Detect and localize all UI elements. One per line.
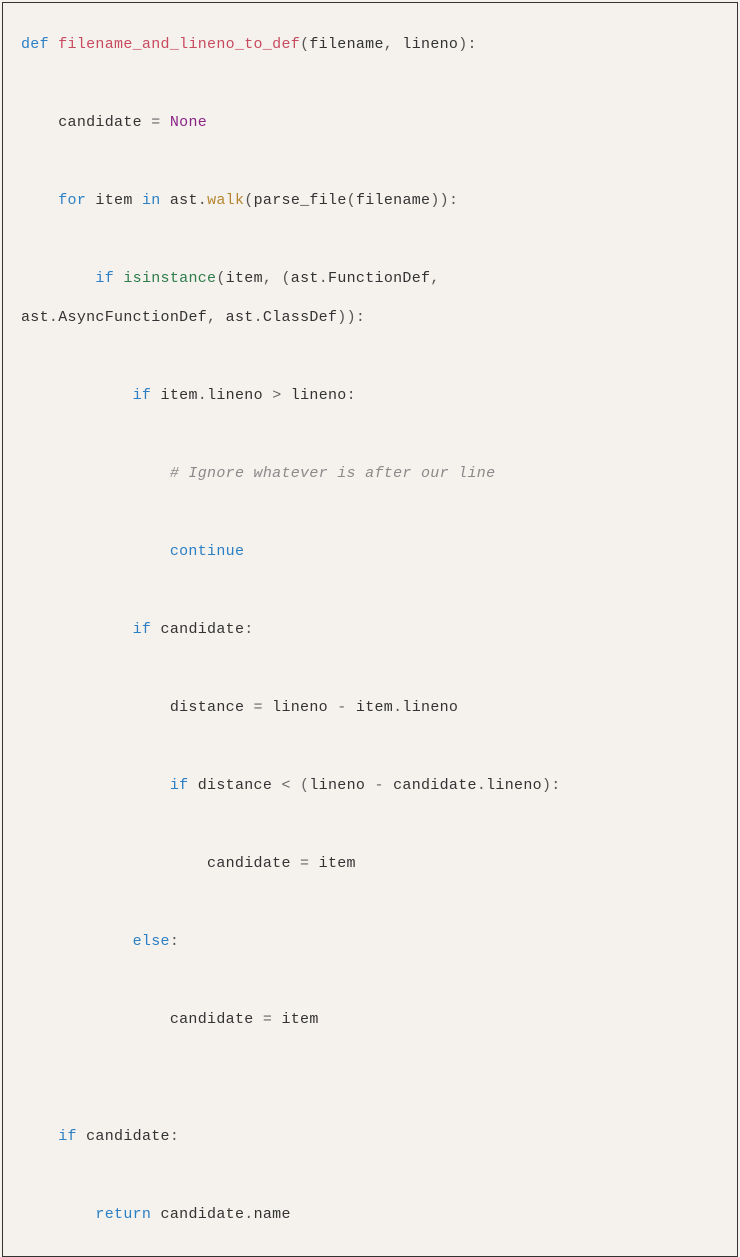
blank-line	[21, 1156, 719, 1195]
code-line-11: if distance < (lineno - candidate.lineno…	[21, 766, 719, 805]
code-line-14: candidate = item	[21, 1000, 719, 1039]
code-line-6: if item.lineno > lineno:	[21, 376, 719, 415]
comment: # Ignore whatever is after our line	[170, 465, 496, 482]
code-line-15: if candidate:	[21, 1117, 719, 1156]
blank-line	[21, 1078, 719, 1117]
keyword-if: if	[133, 387, 152, 404]
param-filename: filename	[309, 36, 383, 53]
keyword-def: def	[21, 36, 49, 53]
code-line-7: # Ignore whatever is after our line	[21, 454, 719, 493]
blank-line	[21, 649, 719, 688]
function-name: filename_and_lineno_to_def	[58, 36, 300, 53]
blank-line	[21, 961, 719, 1000]
code-block: def filename_and_lineno_to_def(filename,…	[2, 2, 738, 1257]
blank-line	[21, 1039, 719, 1078]
method-walk: walk	[207, 192, 244, 209]
code-line-5: ast.AsyncFunctionDef, ast.ClassDef)):	[21, 298, 719, 337]
keyword-else: else	[133, 933, 170, 950]
blank-line	[21, 571, 719, 610]
call-parse-file: parse_file	[254, 192, 347, 209]
keyword-if: if	[58, 1128, 77, 1145]
keyword-continue: continue	[170, 543, 244, 560]
blank-line	[21, 337, 719, 376]
code-line-1: def filename_and_lineno_to_def(filename,…	[21, 25, 719, 64]
operator-gt: >	[272, 387, 291, 404]
code-line-16: return candidate.name	[21, 1195, 719, 1234]
keyword-none: None	[170, 114, 207, 131]
blank-line	[21, 142, 719, 181]
class-classdef: ClassDef	[263, 309, 337, 326]
builtin-isinstance: isinstance	[123, 270, 216, 287]
keyword-if: if	[170, 777, 189, 794]
operator-lt: < (	[281, 777, 309, 794]
keyword-in: in	[142, 192, 161, 209]
paren-close: ):	[458, 36, 477, 53]
class-functiondef: FunctionDef	[328, 270, 430, 287]
keyword-return: return	[95, 1206, 151, 1223]
blank-line	[21, 727, 719, 766]
blank-line	[21, 220, 719, 259]
code-line-9: if candidate:	[21, 610, 719, 649]
code-line-4: if isinstance(item, (ast.FunctionDef,	[21, 259, 719, 298]
code-line-10: distance = lineno - item.lineno	[21, 688, 719, 727]
paren-open: (	[300, 36, 309, 53]
keyword-for: for	[58, 192, 86, 209]
code-line-3: for item in ast.walk(parse_file(filename…	[21, 181, 719, 220]
keyword-if: if	[95, 270, 114, 287]
blank-line	[21, 493, 719, 532]
blank-line	[21, 883, 719, 922]
blank-line	[21, 64, 719, 103]
class-asyncfunctiondef: AsyncFunctionDef	[58, 309, 207, 326]
blank-line	[21, 415, 719, 454]
blank-line	[21, 805, 719, 844]
code-line-8: continue	[21, 532, 719, 571]
param-lineno: lineno	[393, 36, 458, 53]
ident-candidate: candidate	[58, 114, 151, 131]
code-line-2: candidate = None	[21, 103, 719, 142]
code-line-13: else:	[21, 922, 719, 961]
keyword-if: if	[133, 621, 152, 638]
